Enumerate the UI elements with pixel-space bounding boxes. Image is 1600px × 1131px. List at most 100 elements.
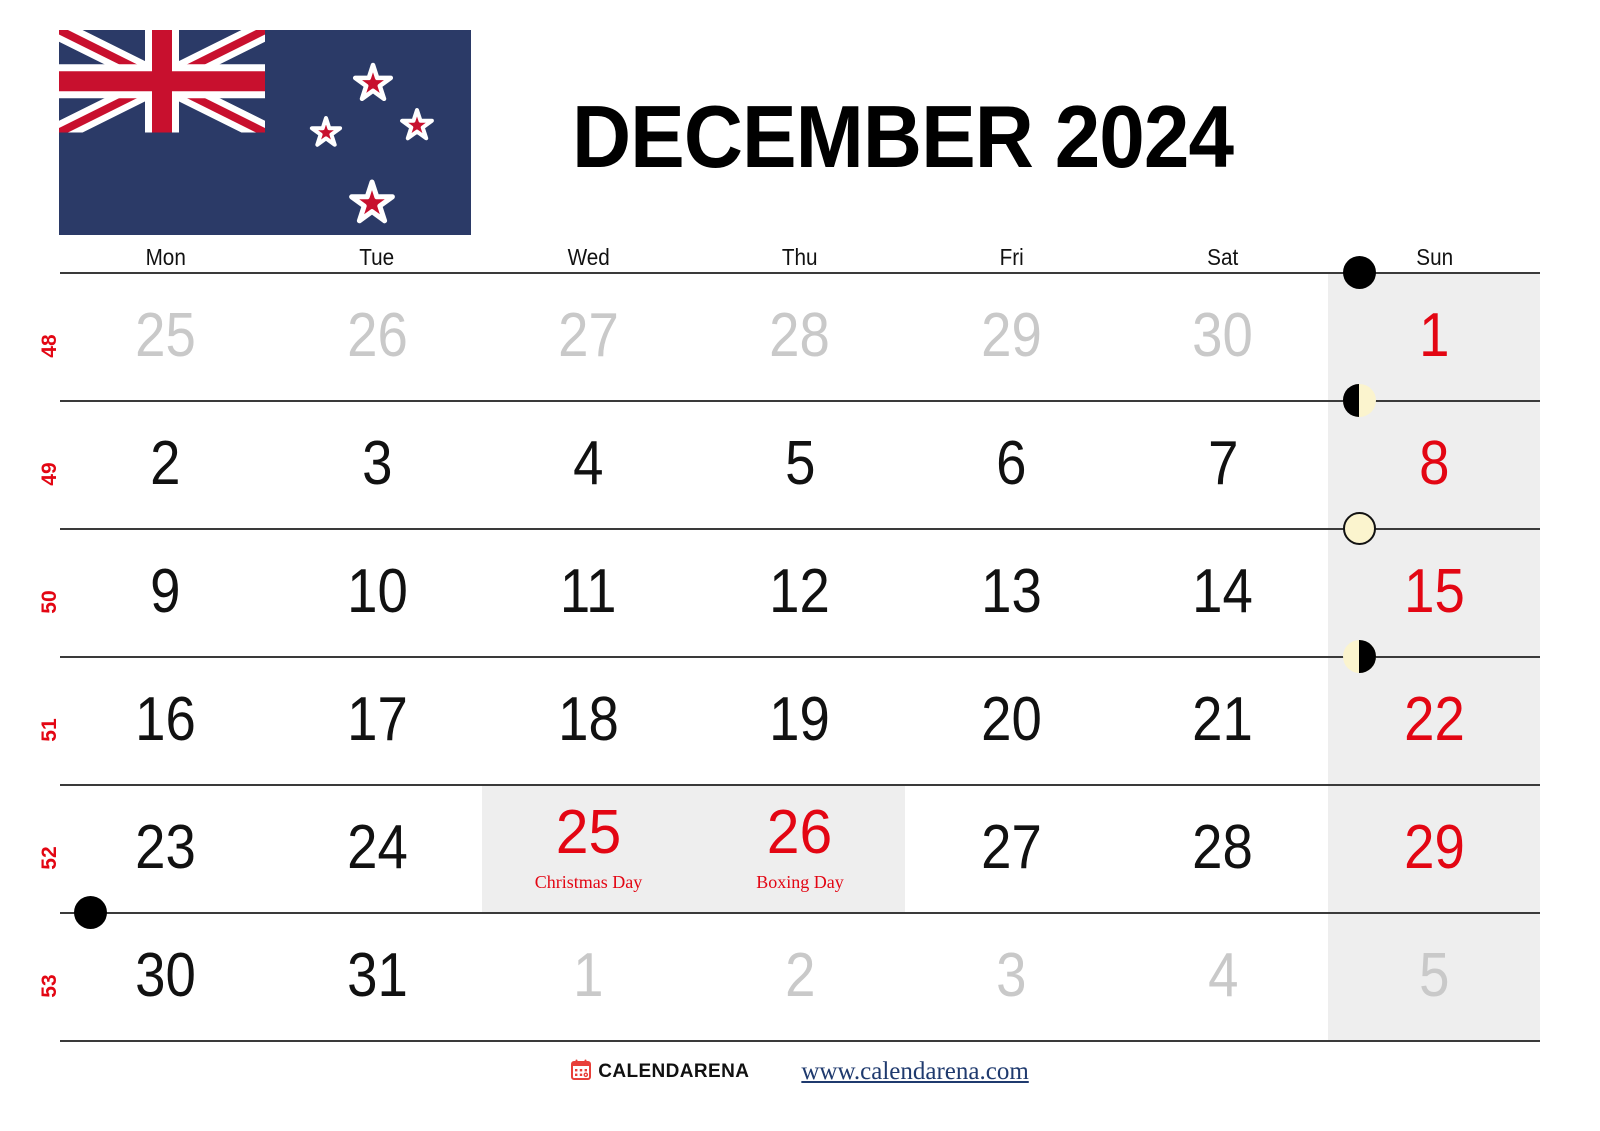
- day-cell[interactable]: 19: [694, 656, 905, 784]
- day-cell[interactable]: 23: [60, 784, 271, 912]
- week-row: 25 26 27 28 29 30 1: [60, 256, 1540, 400]
- day-cell[interactable]: 24: [271, 784, 482, 912]
- moon-phase-new-icon: [1342, 256, 1376, 289]
- day-cell-christmas[interactable]: 25 Christmas Day: [483, 784, 694, 912]
- day-cell[interactable]: 16: [60, 656, 271, 784]
- day-cell[interactable]: 5: [694, 400, 905, 528]
- week-row: 9 10 11 12 13 14 15: [60, 512, 1540, 656]
- day-cell[interactable]: 27: [906, 784, 1117, 912]
- day-number: 12: [769, 557, 831, 626]
- calendar-footer: CALENDARENA www.calendarena.com: [0, 1052, 1600, 1092]
- day-cell[interactable]: 4: [1117, 912, 1328, 1040]
- weekday-fri: Fri: [999, 244, 1024, 270]
- day-cell[interactable]: 8: [1329, 384, 1540, 528]
- day-cell[interactable]: 7: [1117, 400, 1328, 528]
- website-url-link[interactable]: www.calendarena.com: [801, 1058, 1028, 1086]
- day-cell[interactable]: 28: [694, 272, 905, 400]
- day-cell[interactable]: 31: [271, 912, 482, 1040]
- brand-name: CALENDARENA: [598, 1061, 750, 1082]
- day-number: 30: [135, 941, 197, 1010]
- flag-svg: [59, 30, 471, 235]
- footer-divider: [60, 1040, 1540, 1042]
- day-number: 15: [1403, 557, 1465, 626]
- week-row: 16 17 18 19 20 21 22: [60, 640, 1540, 784]
- day-cell[interactable]: 18: [483, 656, 694, 784]
- day-cell[interactable]: 27: [483, 272, 694, 400]
- day-number: 28: [769, 301, 831, 370]
- week-row: 2 3 4 5 6 7 8: [60, 384, 1540, 528]
- day-number: 26: [346, 301, 408, 370]
- day-number: 5: [1419, 941, 1450, 1010]
- day-number: 7: [1207, 429, 1238, 498]
- day-number: 29: [1403, 813, 1465, 882]
- day-cell[interactable]: 1: [483, 912, 694, 1040]
- day-number: 27: [981, 813, 1042, 882]
- day-number: 20: [981, 685, 1042, 754]
- day-number: 26: [767, 798, 833, 867]
- page-title: DECEMBER 2024: [572, 87, 1234, 186]
- calendar-page: DECEMBER 2024 Mon Tue Wed Thu Fri Sat Su…: [0, 0, 1600, 1131]
- day-number: 25: [555, 798, 622, 867]
- day-cell[interactable]: 12: [694, 528, 905, 656]
- day-cell[interactable]: 22: [1329, 640, 1540, 784]
- day-number: 1: [573, 941, 604, 1010]
- day-number: 4: [573, 429, 604, 498]
- weekday-mon: Mon: [145, 244, 186, 270]
- day-cell[interactable]: 14: [1117, 528, 1328, 656]
- holiday-label: Boxing Day: [756, 872, 844, 892]
- day-cell[interactable]: 2: [60, 400, 271, 528]
- weekday-tue: Tue: [359, 244, 395, 270]
- day-number: 5: [784, 429, 816, 498]
- day-number: 21: [1192, 685, 1254, 754]
- day-cell[interactable]: 3: [906, 912, 1117, 1040]
- day-cell[interactable]: 25: [60, 272, 271, 400]
- weekday-header-row: Mon Tue Wed Thu Fri Sat Sun: [60, 243, 1540, 271]
- day-cell[interactable]: 2: [694, 912, 905, 1040]
- day-cell[interactable]: 3: [271, 400, 482, 528]
- day-number: 3: [361, 429, 393, 498]
- day-number: 17: [346, 685, 408, 754]
- day-cell[interactable]: 15: [1329, 512, 1540, 656]
- weekday-thu: Thu: [782, 244, 818, 270]
- day-number: 4: [1207, 941, 1238, 1010]
- day-number: 1: [1419, 301, 1450, 370]
- week-row: 30 31 1 2 3 4 5: [60, 896, 1540, 1040]
- day-cell[interactable]: 26: [271, 272, 482, 400]
- day-number: 8: [1419, 429, 1450, 498]
- day-number: 24: [346, 813, 408, 882]
- day-number: 10: [346, 557, 408, 626]
- day-number: 27: [558, 301, 619, 370]
- day-number: 25: [135, 301, 197, 370]
- day-cell-boxing-day[interactable]: 26 Boxing Day: [694, 784, 905, 912]
- day-number: 2: [150, 429, 181, 498]
- day-number: 29: [981, 301, 1042, 370]
- day-number: 6: [996, 429, 1027, 498]
- day-number: 28: [1192, 813, 1254, 882]
- day-cell[interactable]: 5: [1329, 912, 1540, 1040]
- day-cell[interactable]: 11: [483, 528, 694, 656]
- day-cell[interactable]: 29: [1329, 784, 1540, 912]
- day-number: 22: [1403, 685, 1465, 754]
- weekday-wed: Wed: [567, 244, 610, 270]
- day-number: 30: [1192, 301, 1254, 370]
- day-cell[interactable]: 29: [906, 272, 1117, 400]
- day-cell[interactable]: 10: [271, 528, 482, 656]
- day-cell[interactable]: 21: [1117, 656, 1328, 784]
- week-row: 23 24 25 Christmas Day 26 Boxing Day 27 …: [60, 784, 1540, 912]
- day-cell[interactable]: 6: [906, 400, 1117, 528]
- day-cell[interactable]: 20: [906, 656, 1117, 784]
- moon-phase-first-quarter-icon: [1342, 384, 1376, 417]
- day-cell[interactable]: 13: [906, 528, 1117, 656]
- calendar-header: DECEMBER 2024: [0, 0, 1600, 240]
- day-cell[interactable]: 9: [60, 528, 271, 656]
- day-cell[interactable]: 17: [271, 656, 482, 784]
- day-number: 23: [135, 813, 197, 882]
- day-number: 3: [996, 941, 1027, 1010]
- moon-phase-full-icon: [1342, 512, 1376, 545]
- day-number: 19: [769, 685, 831, 754]
- day-cell[interactable]: 28: [1117, 784, 1328, 912]
- day-cell[interactable]: 1: [1329, 256, 1540, 400]
- day-cell[interactable]: 30: [1117, 272, 1328, 400]
- day-cell[interactable]: 4: [483, 400, 694, 528]
- day-cell[interactable]: 30: [60, 896, 271, 1040]
